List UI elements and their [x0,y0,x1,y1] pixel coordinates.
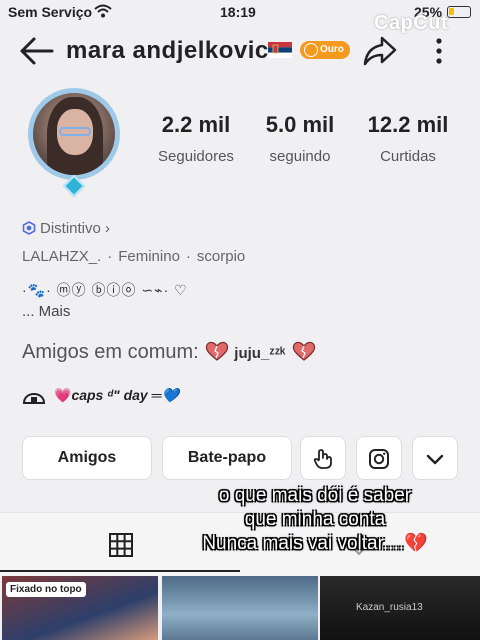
profile-avatar[interactable] [20,84,128,200]
back-button[interactable] [18,34,56,68]
instagram-button[interactable] [356,436,402,480]
chat-button[interactable]: Bate-papo [162,436,292,480]
active-tab-indicator [0,570,240,572]
caps-line: 💗caps ᵈ" day ═💙 [22,385,179,405]
mutual-friends[interactable]: Amigos em comum: juju_ᶻᶻᵏ [22,340,317,364]
level-badge[interactable]: Ouro [300,41,350,59]
pink-heart-icon: 💗 [54,387,72,403]
share-button[interactable] [362,34,398,68]
broken-heart-sticker-icon [291,340,317,362]
caption-line-1: o que mais dói é saber [218,485,412,506]
friends-button[interactable]: Amigos [22,436,152,480]
badge-hex-icon [22,221,36,235]
profile-bio: ·🐾· ⓜⓨ ⓑⓘⓞ ∽⌁· ♡ [22,282,188,298]
avatar [28,88,120,180]
broken-heart-icon: 💔 [404,533,428,554]
video-thumbnail[interactable]: Kazan_rusia13 [320,576,480,640]
level-badge-label: Ouro [320,44,344,55]
profile-sign: scorpio [196,248,246,265]
followers-label: Seguidores [158,148,234,165]
chevron-right-icon: › [100,220,111,237]
profile-gender: Feminino [118,248,180,265]
dome-icon [22,385,46,405]
wifi-icon [94,3,112,22]
chevron-down-icon [426,454,444,465]
profile-header: mara andjelkovic Ouro [0,28,480,74]
mutual-friends-label: Amigos em comum: [22,341,199,363]
video-thumbnail[interactable] [162,576,318,640]
profile-handle: LALAHZX_. [22,248,102,265]
more-options-button[interactable] [426,34,452,68]
following-count: 5.0 mil [265,112,335,137]
profile-meta: LALAHZX_. · Feminino · scorpio [22,248,246,265]
likes-stat[interactable]: 12.2 mil Curtidas [358,112,458,165]
pinned-label: Fixado no topo [6,582,86,597]
carrier-label: Sem Serviço [8,4,93,20]
video-thumbnail[interactable]: Fixado no topo [2,576,158,640]
followers-stat[interactable]: 2.2 mil Seguidores [146,112,246,165]
profile-stats: 2.2 mil Seguidores 5.0 mil seguindo 12.2… [146,112,466,172]
grid-icon [109,533,133,557]
likes-label: Curtidas [380,148,436,165]
caption-line-2: que minha conta [244,509,386,530]
wave-hand-icon [313,449,332,469]
video-caption-overlay: o que mais dói é saber que minha conta N… [170,484,460,556]
serbia-flag-icon [268,42,292,58]
badge-link[interactable]: Distintivo › [22,220,110,237]
profile-name: mara andjelkovic [66,37,269,64]
battery-icon [447,6,471,18]
instagram-icon [369,449,389,469]
wave-button[interactable] [300,436,346,480]
followers-count: 2.2 mil [161,112,231,137]
following-stat[interactable]: 5.0 mil seguindo [250,112,350,165]
coin-icon [304,43,318,57]
videos-grid-tab[interactable] [108,532,134,558]
clock: 18:19 [220,4,256,20]
thumbnail-caption: Kazan_rusia13 [356,602,423,613]
mutual-friend-name: juju_ᶻᶻᵏ [234,345,286,362]
caps-text: caps ᵈ" day ═💙 [71,387,179,403]
caption-line-3: Nunca mais vai voltar....💔 [202,533,428,554]
following-label: seguindo [269,148,331,165]
suggestions-toggle-button[interactable] [412,436,458,480]
likes-count: 12.2 mil [367,112,449,137]
badge-label: Distintivo [40,220,101,237]
more-bio-link[interactable]: ... Mais [22,303,70,320]
broken-heart-sticker-icon [204,340,230,362]
